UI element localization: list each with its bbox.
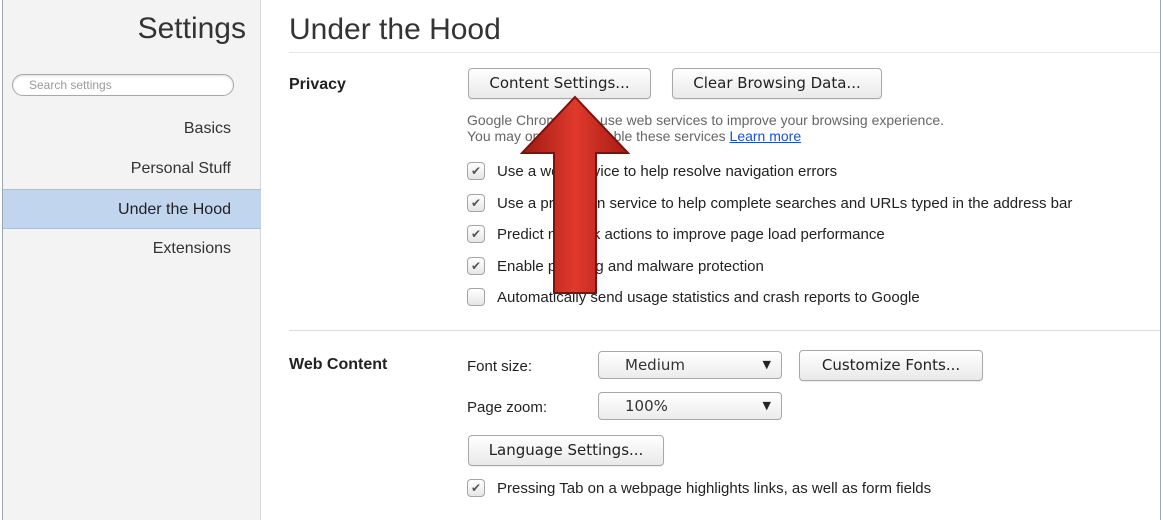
search-input[interactable] bbox=[12, 74, 234, 96]
check-icon: ✔ bbox=[470, 227, 482, 241]
usage-statistics-checkbox[interactable] bbox=[467, 288, 485, 306]
tab-highlight-label: Pressing Tab on a webpage highlights lin… bbox=[497, 479, 932, 497]
privacy-section-label: Privacy bbox=[289, 76, 346, 93]
chevron-down-icon: ▼ bbox=[762, 399, 771, 412]
tab-highlight-option: ✔ Pressing Tab on a webpage highlights l… bbox=[467, 478, 931, 498]
phishing-protection-checkbox[interactable]: ✔ bbox=[467, 257, 485, 275]
check-icon: ✔ bbox=[470, 259, 482, 273]
font-size-value: Medium bbox=[625, 356, 685, 374]
prediction-service-checkbox[interactable]: ✔ bbox=[467, 194, 485, 212]
page-zoom-label: Page zoom: bbox=[467, 399, 548, 416]
sidebar-item-extensions[interactable]: Extensions bbox=[3, 229, 261, 269]
sidebar-title: Settings bbox=[137, 12, 246, 45]
sidebar-item-under-the-hood[interactable]: Under the Hood bbox=[3, 189, 261, 229]
red-up-arrow-icon bbox=[520, 95, 630, 294]
clear-browsing-data-button[interactable]: Clear Browsing Data... bbox=[672, 68, 882, 99]
font-size-select[interactable]: Medium ▼ bbox=[598, 351, 782, 379]
tab-highlight-checkbox[interactable]: ✔ bbox=[467, 479, 485, 497]
check-icon: ✔ bbox=[470, 481, 482, 495]
sidebar-item-personal-stuff[interactable]: Personal Stuff bbox=[3, 149, 261, 189]
language-settings-button[interactable]: Language Settings... bbox=[468, 435, 664, 466]
sidebar-item-basics[interactable]: Basics bbox=[3, 109, 261, 149]
font-size-label: Font size: bbox=[467, 358, 533, 375]
chevron-down-icon: ▼ bbox=[762, 358, 771, 371]
check-icon: ✔ bbox=[470, 164, 482, 178]
predict-network-checkbox[interactable]: ✔ bbox=[467, 225, 485, 243]
section-divider bbox=[289, 330, 1160, 331]
page-zoom-select[interactable]: 100% ▼ bbox=[598, 392, 782, 420]
sidebar-nav: Basics Personal Stuff Under the Hood Ext… bbox=[3, 109, 261, 269]
sidebar: Settings Basics Personal Stuff Under the… bbox=[3, 0, 261, 520]
page-zoom-value: 100% bbox=[625, 397, 668, 415]
customize-fonts-button[interactable]: Customize Fonts... bbox=[799, 350, 983, 381]
navigation-errors-checkbox[interactable]: ✔ bbox=[467, 162, 485, 180]
learn-more-link[interactable]: Learn more bbox=[730, 128, 802, 144]
web-content-section-label: Web Content bbox=[289, 356, 388, 373]
main-content: Under the Hood Privacy Content Settings.… bbox=[262, 0, 1160, 520]
page-title: Under the Hood bbox=[289, 13, 501, 46]
check-icon: ✔ bbox=[470, 196, 482, 210]
title-divider bbox=[289, 52, 1160, 53]
